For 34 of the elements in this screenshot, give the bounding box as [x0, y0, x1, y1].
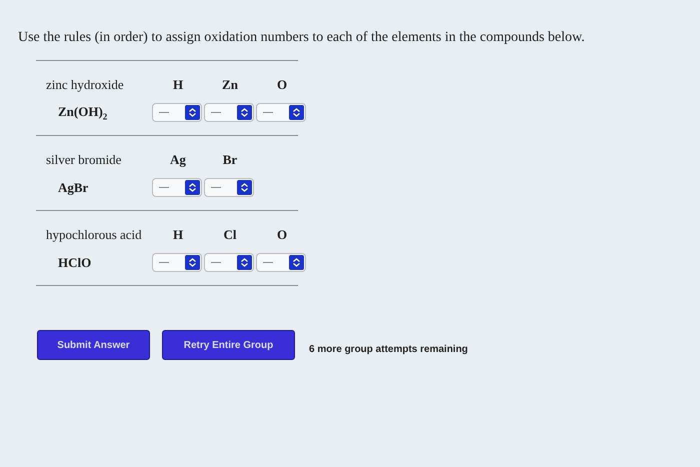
updown-icon: [185, 180, 200, 195]
updown-icon: [185, 255, 200, 270]
compound-formula: HClO: [57, 254, 92, 270]
updown-icon: [237, 180, 252, 195]
action-button[interactable]: Submit Answer: [37, 330, 150, 360]
dropdown[interactable]: —: [152, 103, 202, 122]
attempts-text: 6 more group attempts remaining: [309, 344, 468, 354]
dropdown[interactable]: —: [204, 253, 254, 272]
element-symbol: H: [172, 227, 184, 243]
compound-name: zinc hydroxide: [46, 77, 125, 93]
compound-name: hypochlorous acid: [46, 227, 143, 243]
element-symbol: Br: [222, 152, 238, 168]
element-symbol: Zn: [222, 77, 238, 93]
compound-formula: AgBr: [57, 180, 90, 196]
compound-formula: Zn(OH)$_{2}$: [57, 104, 108, 122]
dropdown[interactable]: —: [204, 178, 254, 197]
dropdown[interactable]: —: [152, 253, 202, 272]
action-button[interactable]: Retry Entire Group: [162, 330, 295, 360]
compound-name: silver bromide: [46, 152, 122, 168]
element-symbol: O: [276, 227, 288, 243]
updown-icon: [237, 105, 252, 120]
dropdown[interactable]: —: [256, 253, 306, 272]
dropdown[interactable]: —: [152, 178, 202, 197]
element-symbol: Cl: [224, 227, 236, 243]
dropdown[interactable]: —: [204, 103, 254, 122]
updown-icon: [289, 255, 304, 270]
element-symbol: Ag: [170, 152, 186, 168]
updown-icon: [289, 105, 304, 120]
element-symbol: H: [172, 77, 184, 93]
updown-icon: [185, 105, 200, 120]
element-symbol: O: [276, 77, 288, 93]
instruction-text: Use the rules (in order) to assign oxidation numbers to each of the elements in the compounds below.: [18, 30, 585, 46]
updown-icon: [237, 255, 252, 270]
dropdown[interactable]: —: [256, 103, 306, 122]
